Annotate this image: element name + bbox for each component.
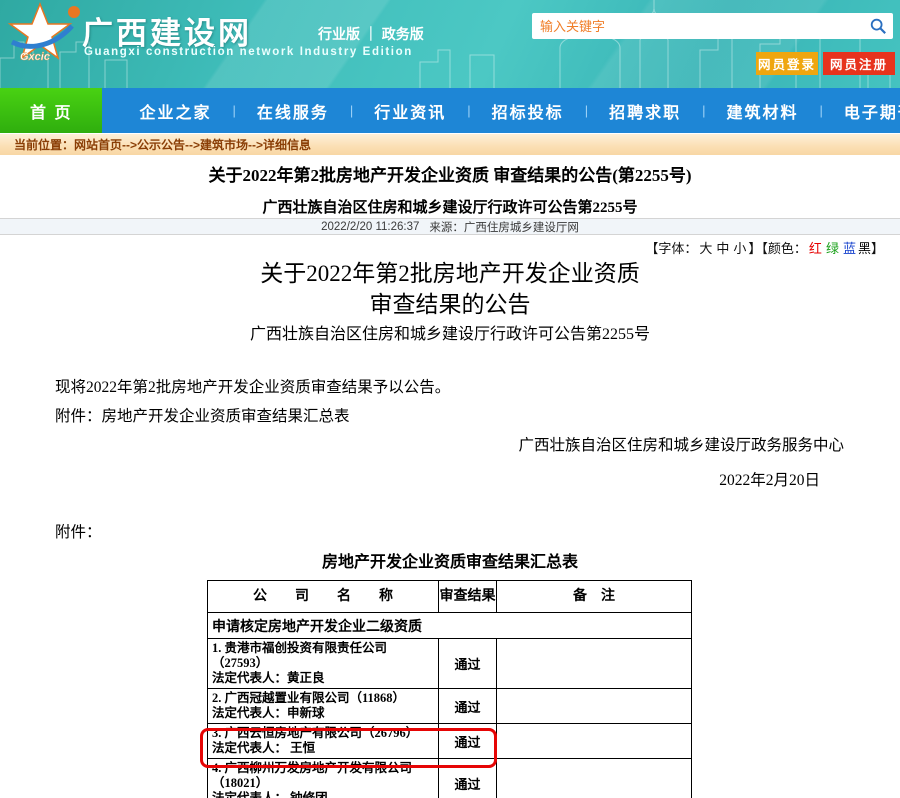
display-controls: 【字体：大中小】【颜色：红绿蓝黑】 (645, 238, 884, 257)
color-black-option[interactable]: 黑 (858, 241, 871, 256)
table-row-highlighted: 4. 广西柳州万发房地产开发有限公司（18021） 法定代表人： 钟修团 通过 (208, 759, 692, 798)
nav-item-online-service[interactable]: 在线服务 (236, 88, 350, 133)
article-title: 关于2022年第2批房地产开发企业资质 审查结果的公告 (0, 258, 900, 320)
table-row: 2. 广西冠越置业有限公司（11868） 法定代表人：申新球 通过 (208, 689, 692, 724)
legal-representative: 法定代表人： 王恒 (212, 741, 436, 756)
color-bracket-close: 】 (871, 241, 884, 256)
article-subtitle: 广西壮族自治区住房和城乡建设厅行政许可公告第2255号 (0, 320, 900, 344)
search-input[interactable] (540, 13, 860, 39)
company-name: 1. 贵港市福创投资有限责任公司（27593） (212, 641, 436, 671)
note-cell (497, 639, 692, 689)
company-cell: 2. 广西冠越置业有限公司（11868） 法定代表人：申新球 (208, 689, 439, 724)
font-bracket-close: 】 (748, 241, 761, 256)
note-cell (497, 724, 692, 759)
article-attachment-line: 附件：房地产开发企业资质审查结果汇总表 (55, 404, 350, 426)
result-cell: 通过 (439, 759, 497, 798)
nav-item-bidding[interactable]: 招标投标 (471, 88, 585, 133)
nav-item-e-journal[interactable]: 电子期刊 (823, 88, 900, 133)
article-signer: 广西壮族自治区住房和城乡建设厅政务服务中心 (518, 433, 844, 455)
font-bracket: 【字体： (645, 241, 697, 256)
table-row: 3. 广西云恒房地产有限公司（26796） 法定代表人： 王恒 通过 (208, 724, 692, 759)
color-red-option[interactable]: 红 (809, 241, 822, 256)
article-title-line2: 审查结果的公告 (0, 289, 900, 320)
company-name: 2. 广西冠越置业有限公司（11868） (212, 691, 436, 706)
svg-text:Gxcic: Gxcic (20, 51, 50, 63)
col-header-result: 审查结果 (439, 581, 497, 613)
result-cell: 通过 (439, 724, 497, 759)
page: Gxcic 广西建设网 行业版 ｜ 政务版 Guangxi constructi… (0, 0, 900, 798)
table-header-row: 公 司 名 称 审查结果 备 注 (208, 581, 692, 613)
page-title: 关于2022年第2批房地产开发企业资质 审查结果的公告(第2255号) (0, 161, 900, 186)
article-title-line1: 关于2022年第2批房地产开发企业资质 (0, 258, 900, 289)
star-logo-icon: Gxcic (6, 2, 82, 66)
member-register-button[interactable]: 网员注册 (823, 52, 895, 75)
color-blue-option[interactable]: 蓝 (843, 241, 856, 256)
company-name: 3. 广西云恒房地产有限公司（26796） (212, 726, 436, 741)
article-paragraph: 现将2022年第2批房地产开发企业资质审查结果予以公告。 (55, 375, 450, 397)
nav-item-building-materials[interactable]: 建筑材料 (705, 88, 819, 133)
legal-representative: 法定代表人：黄正良 (212, 671, 436, 686)
result-table: 公 司 名 称 审查结果 备 注 申请核定房地产开发企业二级资质 1. 贵港市福… (207, 580, 692, 798)
result-cell: 通过 (439, 639, 497, 689)
search-icon[interactable] (869, 17, 887, 35)
note-cell (497, 759, 692, 798)
breadcrumb[interactable]: 当前位置：网站首页-->公示公告-->建筑市场-->详细信息 (14, 136, 311, 153)
site-subtitle-en: Guangxi construction network Industry Ed… (84, 46, 413, 58)
table-section-row: 申请核定房地产开发企业二级资质 (208, 613, 692, 639)
color-bracket: 【颜色： (761, 241, 807, 256)
edition-links[interactable]: 行业版 ｜ 政务版 (318, 24, 424, 44)
color-green-option[interactable]: 绿 (826, 241, 839, 256)
company-cell: 1. 贵港市福创投资有限责任公司（27593） 法定代表人：黄正良 (208, 639, 439, 689)
col-header-note: 备 注 (497, 581, 692, 613)
font-size-large[interactable]: 大 (699, 241, 712, 256)
company-cell: 4. 广西柳州万发房地产开发有限公司（18021） 法定代表人： 钟修团 (208, 759, 439, 798)
result-table-wrap: 公 司 名 称 审查结果 备 注 申请核定房地产开发企业二级资质 1. 贵港市福… (207, 580, 692, 798)
main-nav: 首 页 企业之家 | 在线服务 | 行业资讯 | 招标投标 | 招聘求职 | 建… (0, 88, 900, 133)
font-size-small[interactable]: 小 (733, 241, 746, 256)
table-title: 房地产开发企业资质审查结果汇总表 (0, 548, 900, 572)
meta-bar: 2022/2/20 11:26:37 来源：广西住房城乡建设厅网 (0, 218, 900, 235)
table-row: 1. 贵港市福创投资有限责任公司（27593） 法定代表人：黄正良 通过 (208, 639, 692, 689)
legal-representative: 法定代表人： 钟修团 (212, 791, 436, 798)
nav-item-enterprise-home[interactable]: 企业之家 (118, 88, 232, 133)
breadcrumb-bar: 当前位置：网站首页-->公示公告-->建筑市场-->详细信息 (0, 133, 900, 155)
member-login-button[interactable]: 网员登录 (756, 52, 818, 75)
font-size-medium[interactable]: 中 (716, 241, 729, 256)
article-sign-date: 2022年2月20日 (719, 468, 820, 490)
company-cell: 3. 广西云恒房地产有限公司（26796） 法定代表人： 王恒 (208, 724, 439, 759)
result-cell: 通过 (439, 689, 497, 724)
nav-item-industry-news[interactable]: 行业资讯 (353, 88, 467, 133)
company-name: 4. 广西柳州万发房地产开发有限公司（18021） (212, 761, 436, 791)
publish-time: 2022/2/20 11:26:37 (321, 221, 419, 233)
section-label: 申请核定房地产开发企业二级资质 (208, 613, 692, 639)
search-box (532, 13, 893, 39)
legal-representative: 法定代表人：申新球 (212, 706, 436, 721)
source-label: 来源：广西住房城乡建设厅网 (429, 219, 579, 235)
note-cell (497, 689, 692, 724)
nav-item-recruitment[interactable]: 招聘求职 (588, 88, 702, 133)
page-subtitle: 广西壮族自治区住房和城乡建设厅行政许可公告第2255号 (0, 196, 900, 217)
nav-item-home[interactable]: 首 页 (0, 88, 102, 133)
site-header: Gxcic 广西建设网 行业版 ｜ 政务版 Guangxi constructi… (0, 0, 900, 88)
attachment-label: 附件： (55, 520, 102, 542)
site-logo[interactable]: Gxcic 广西建设网 行业版 ｜ 政务版 Guangxi constructi… (6, 2, 426, 86)
col-header-company: 公 司 名 称 (208, 581, 439, 613)
